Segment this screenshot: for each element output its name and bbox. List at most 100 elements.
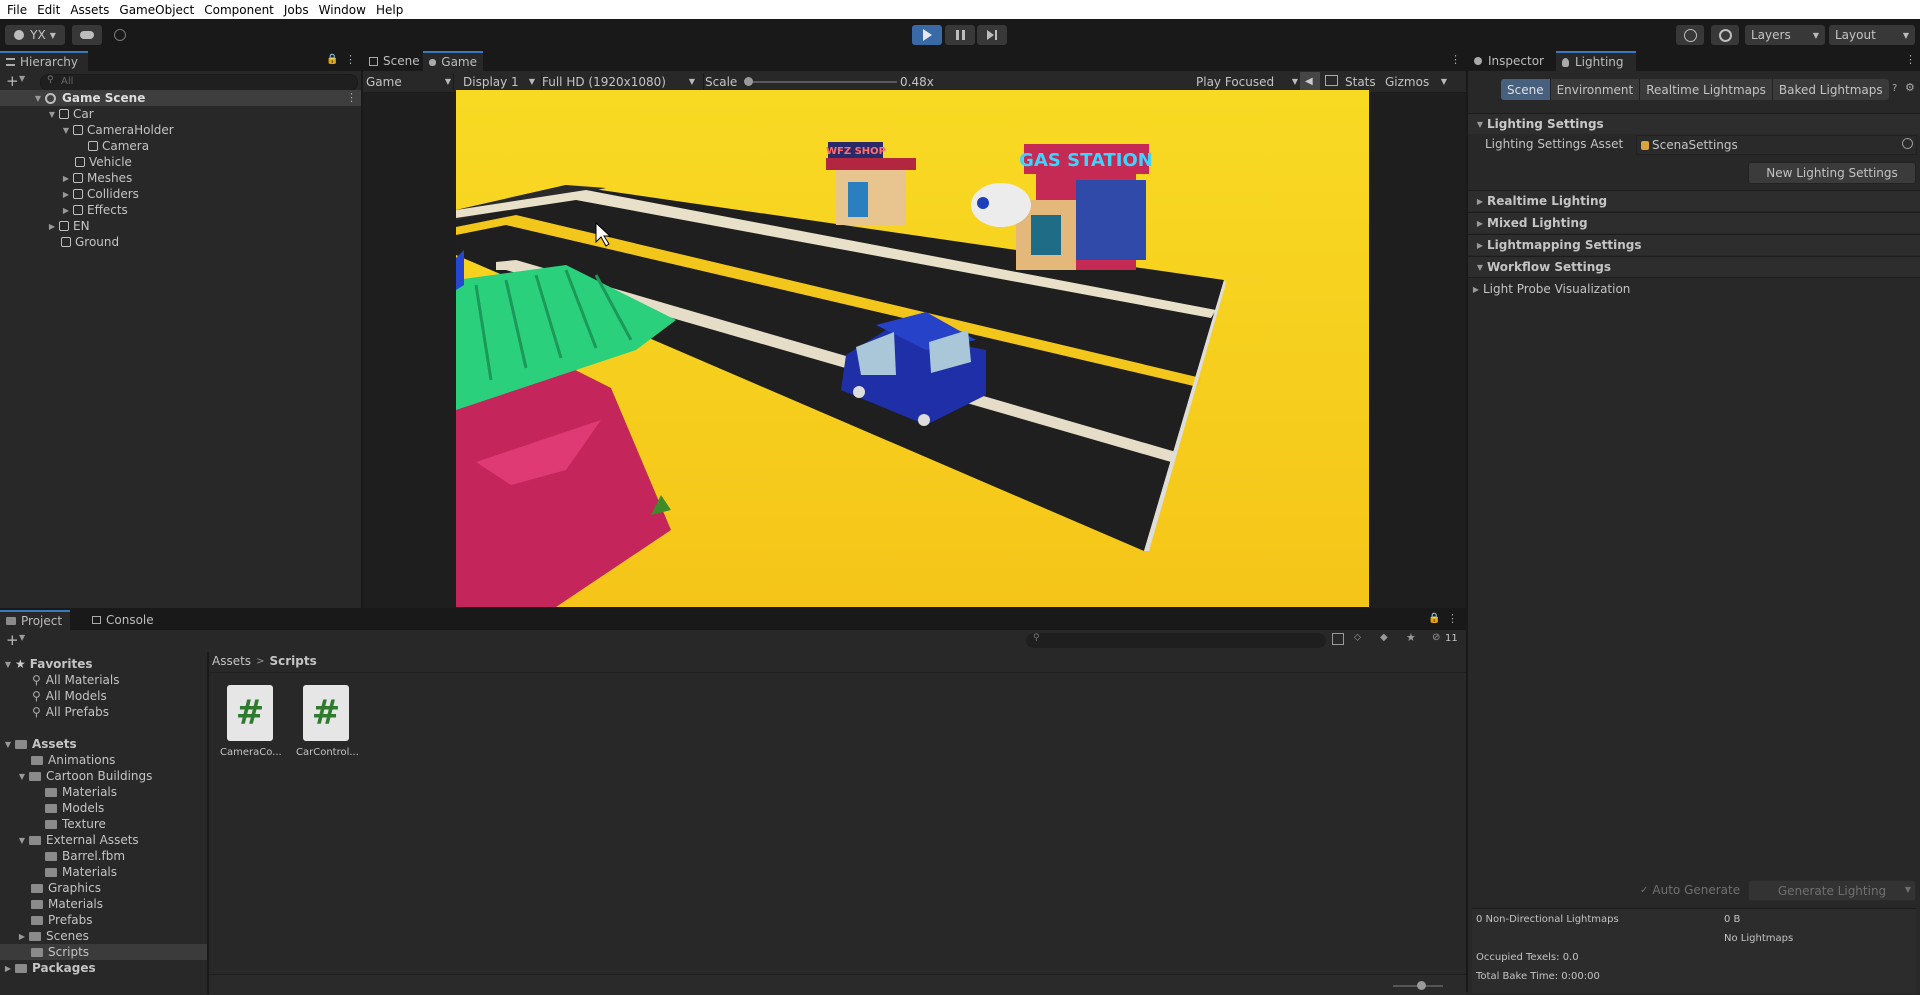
expand-arrow-icon[interactable]: ▶ [1475,219,1485,228]
menu-component[interactable]: Component [204,3,274,17]
list-item[interactable]: ▶ Colliders [61,186,139,202]
list-item[interactable]: Barrel.fbm [45,848,125,864]
list-item[interactable]: ▼ External Assets [17,832,139,848]
step-button[interactable] [977,25,1007,45]
game-view-dropdown[interactable]: Game ▼ [366,73,451,90]
list-item[interactable]: ▼ Cartoon Buildings [17,768,152,784]
list-item[interactable]: ▶ Effects [61,202,128,218]
filter-icon[interactable]: ⬦ [1354,632,1361,643]
tab-hierarchy[interactable]: Hierarchy [0,51,88,71]
project-search-input[interactable]: ⚲ [1026,633,1326,648]
expand-arrow-icon[interactable]: ▼ [17,772,27,781]
assets-row[interactable]: ▼ Assets [3,736,77,752]
more-options-icon[interactable]: ⋮ [345,53,356,66]
lock-icon[interactable]: 🔒 [1428,613,1440,624]
chevron-down-icon[interactable]: ▼ [19,633,25,642]
expand-arrow-icon[interactable]: ▼ [1475,120,1485,129]
expand-arrow-icon[interactable]: ▼ [47,110,57,119]
expand-arrow-icon[interactable]: ▼ [33,94,43,103]
resolution-dropdown[interactable]: Full HD (1920x1080) ▼ [542,73,695,90]
section-mixed-lighting[interactable]: ▶ Mixed Lighting [1468,212,1920,233]
menu-gameobject[interactable]: GameObject [119,3,194,17]
hierarchy-search-input[interactable]: ⚲ All [40,74,358,91]
account-dropdown[interactable]: YX ▼ [5,25,65,45]
layout-dropdown[interactable]: Layout ▼ [1829,25,1915,45]
play-mode-dropdown[interactable]: Play Focused ▼ [1196,73,1298,90]
tab-game[interactable]: Game [423,51,483,71]
list-item[interactable]: ▶ EN [47,218,90,234]
list-item[interactable]: Materials [31,896,103,912]
expand-arrow-icon[interactable]: ▶ [61,174,71,183]
expand-arrow-icon[interactable]: ▶ [1475,241,1485,250]
expand-arrow-icon[interactable]: ▼ [3,740,13,749]
expand-arrow-icon[interactable]: ▶ [61,206,71,215]
tab-lighting[interactable]: Lighting [1556,51,1636,71]
list-item[interactable]: ▶ Scenes [17,928,89,944]
history-button[interactable] [1676,25,1704,45]
packages-row[interactable]: ▶ Packages [3,960,96,976]
add-icon[interactable]: + [6,72,19,90]
layers-dropdown[interactable]: Layers ▼ [1745,25,1825,45]
subtab-scene[interactable]: Scene [1501,79,1550,100]
cloud-button[interactable] [72,25,102,45]
grid-icon[interactable] [1325,75,1338,86]
mute-audio-button[interactable]: ◀ [1300,72,1320,91]
label-icon[interactable]: ◆ [1380,632,1388,643]
expand-arrow-icon[interactable]: ▶ [47,222,57,231]
list-item[interactable]: ⚲ All Prefabs [32,704,109,720]
favorite-star-icon[interactable]: ★ [1406,631,1416,644]
new-lighting-settings-button[interactable]: New Lighting Settings [1748,162,1916,184]
slider-handle[interactable] [1417,981,1426,990]
expand-arrow-icon[interactable]: ▶ [61,190,71,199]
breadcrumb-assets[interactable]: Assets [212,654,251,668]
section-workflow-settings[interactable]: ▼ Workflow Settings [1468,256,1920,278]
search-button[interactable] [1711,25,1739,45]
stats-toggle[interactable]: Stats [1345,75,1376,89]
menu-window[interactable]: Window [319,3,366,17]
more-options-icon[interactable]: ⋮ [1905,53,1916,66]
chevron-down-icon[interactable]: ▼ [19,74,25,83]
list-item[interactable]: Animations [31,752,115,768]
expand-arrow-icon[interactable]: ▼ [61,126,71,135]
list-item[interactable]: ▼ CameraHolder [61,122,174,138]
expand-arrow-icon[interactable]: ▶ [17,932,27,941]
tab-console[interactable]: Console [86,610,168,630]
tab-project[interactable]: Project [0,610,70,630]
pause-button[interactable] [945,25,975,45]
list-item[interactable]: ▼ Car [47,106,94,122]
section-realtime-lighting[interactable]: ▶ Realtime Lighting [1468,190,1920,211]
lock-icon[interactable]: 🔒 [326,54,338,65]
more-options-icon[interactable]: ⋮ [1447,612,1458,625]
expand-arrow-icon[interactable]: ▼ [1475,263,1485,272]
list-item[interactable]: ⚲ All Models [32,688,107,704]
list-item[interactable]: ⚲ All Materials [32,672,120,688]
more-options-icon[interactable]: ⋮ [346,91,357,104]
game-render[interactable]: GAS STATION WFZ SHOP [456,90,1369,607]
help-icon[interactable]: ? [1892,83,1897,94]
play-button[interactable] [912,25,942,45]
menu-assets[interactable]: Assets [70,3,109,17]
list-item[interactable]: Materials [45,784,117,800]
slider-handle[interactable] [744,77,753,86]
subtab-environment[interactable]: Environment [1549,79,1640,100]
list-item[interactable]: Camera [88,138,149,154]
section-lightmapping-settings[interactable]: ▶ Lightmapping Settings [1468,234,1920,255]
list-item[interactable]: Vehicle [75,154,132,170]
list-item[interactable]: Ground [61,234,119,250]
menu-edit[interactable]: Edit [37,3,60,17]
breadcrumb-scripts[interactable]: Scripts [269,654,316,668]
list-item[interactable]: Prefabs [31,912,93,928]
hidden-packages-icon[interactable]: ⊘ [1432,632,1440,643]
subtab-realtime-lightmaps[interactable]: Realtime Lightmaps [1639,79,1772,100]
add-icon[interactable]: + [6,631,19,649]
script-asset[interactable]: # CameraCo... [220,685,282,758]
list-item[interactable]: ▶ Meshes [61,170,132,186]
expand-arrow-icon[interactable]: ▶ [3,964,13,973]
expand-arrow-icon[interactable]: ▶ [1475,197,1485,206]
menu-file[interactable]: File [7,3,27,17]
expand-arrow-icon[interactable]: ▼ [17,836,27,845]
more-options-icon[interactable]: ⋮ [1450,53,1461,66]
expand-arrow-icon[interactable]: ▶ [1471,285,1481,294]
list-item[interactable]: Models [45,800,104,816]
menu-help[interactable]: Help [376,3,403,17]
